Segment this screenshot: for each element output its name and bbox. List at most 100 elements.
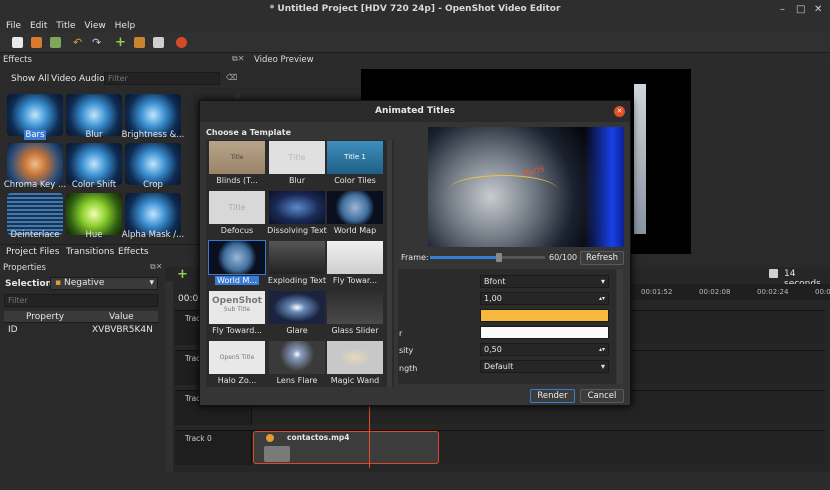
menu-title[interactable]: Title: [56, 19, 75, 33]
chevron-down-icon: ▾: [600, 362, 605, 371]
import-files-icon[interactable]: +: [115, 36, 126, 49]
properties-float-icon[interactable]: ⧉✕: [150, 262, 162, 272]
window-titlebar: * Untitled Project [HDV 720 24p] - OpenS…: [0, 0, 830, 19]
menu-edit[interactable]: Edit: [30, 19, 47, 33]
template-thumb-fly-towards[interactable]: [327, 241, 383, 274]
effects-filter-input[interactable]: [104, 72, 220, 85]
effect-label-deinterlace: Deinterlace: [10, 230, 60, 240]
template-thumb-blinds[interactable]: Title: [209, 141, 265, 174]
effect-thumb-hue[interactable]: [66, 193, 122, 235]
template-thumb-blur[interactable]: Title: [269, 141, 325, 174]
effect-label-alpha-mask: Alpha Mask /...: [121, 230, 185, 240]
template-thumb-glare[interactable]: [269, 291, 325, 324]
minimize-button[interactable]: –: [780, 0, 785, 19]
cancel-button[interactable]: Cancel: [580, 389, 624, 403]
prop-length-value: Default: [484, 362, 514, 371]
toolbar: ↶ ↷ +: [0, 33, 830, 53]
title-properties-list: Bfont ▾ 1,00 ▴▾ r sity 0,50 ▴▾ ngth Default…: [398, 269, 616, 384]
save-project-icon[interactable]: [50, 37, 61, 48]
selection-dropdown[interactable]: ▪ Negative ▾: [50, 277, 158, 290]
clip-name: contactos.mp4: [287, 433, 350, 442]
column-header-property[interactable]: Property: [26, 312, 64, 322]
effect-label-chroma-key: Chroma Key ...: [3, 180, 67, 190]
template-label-glass-slider: Glass Slider: [331, 326, 379, 335]
prop-length-dropdown[interactable]: Default ▾: [480, 360, 609, 373]
effect-thumb-color-shift[interactable]: [66, 143, 122, 185]
row-property: ID: [8, 325, 18, 335]
template-thumb-defocus[interactable]: Title: [209, 191, 265, 224]
chevron-down-icon: ▾: [600, 277, 605, 286]
template-thumb-dissolving-text[interactable]: [269, 191, 325, 224]
frame-value: 60/100: [549, 253, 578, 262]
timeline-clip[interactable]: contactos.mp4: [253, 431, 439, 464]
template-grid: Title Blinds (T... Title Blur Title 1 Co…: [206, 140, 394, 387]
table-row[interactable]: ID XVBVBR5K4N: [4, 324, 158, 336]
column-header-value[interactable]: Value: [109, 312, 134, 322]
effect-thumb-chroma-key[interactable]: [7, 143, 63, 185]
selection-label: Selection:: [5, 279, 56, 289]
spinner-arrows-icon: ▴▾: [598, 346, 605, 353]
template-thumb-halo-zoom[interactable]: OpenS Title: [209, 341, 265, 374]
clear-filter-icon[interactable]: ⌫: [226, 73, 237, 82]
template-label-fly-towards: Fly Towar...: [332, 276, 378, 285]
frame-slider-fill: [430, 256, 499, 259]
template-thumb-glass-slider[interactable]: [327, 291, 383, 324]
choose-profile-icon[interactable]: [134, 37, 145, 48]
menu-help[interactable]: Help: [115, 19, 136, 33]
tab-project-files[interactable]: Project Files: [6, 247, 59, 257]
clip-effect-icon[interactable]: [266, 434, 274, 442]
refresh-button[interactable]: Refresh: [580, 251, 624, 265]
template-thumb-world-map[interactable]: [327, 191, 383, 224]
dialog-titlebar: Animated Titles ✕: [200, 101, 630, 122]
properties-filter-input[interactable]: [4, 294, 158, 307]
effect-thumb-alpha-mask[interactable]: [125, 193, 181, 235]
render-button[interactable]: Render: [530, 389, 575, 403]
close-window-button[interactable]: ✕: [814, 0, 822, 19]
effect-thumb-crop[interactable]: [125, 143, 181, 185]
filter-show-all[interactable]: Show All: [11, 74, 49, 84]
template-scrollbar[interactable]: [387, 140, 392, 387]
new-project-icon[interactable]: [12, 37, 23, 48]
filter-video[interactable]: Video: [51, 74, 76, 84]
template-thumb-lens-flare[interactable]: [269, 341, 325, 374]
animated-titles-dialog: Animated Titles ✕ Choose a Template Titl…: [199, 100, 631, 406]
prop-opacity-spinner[interactable]: 0,50 ▴▾: [480, 343, 609, 356]
template-thumb-color-tiles[interactable]: Title 1: [327, 141, 383, 174]
timeline-time: 00:0: [178, 294, 199, 304]
filter-audio[interactable]: Audio: [79, 74, 105, 84]
maximize-button[interactable]: □: [796, 0, 805, 19]
timeline-scrollbar[interactable]: [165, 281, 173, 472]
add-track-icon[interactable]: +: [177, 267, 188, 282]
tab-transitions[interactable]: Transitions: [66, 247, 114, 257]
template-label-color-tiles: Color Tiles: [334, 176, 376, 185]
open-project-icon[interactable]: [31, 37, 42, 48]
properties-scrollbar[interactable]: [617, 269, 623, 384]
dialog-title: Animated Titles: [375, 106, 455, 116]
tab-effects[interactable]: Effects: [118, 247, 149, 257]
dialog-close-icon[interactable]: ✕: [614, 106, 625, 117]
prop-font-value: Bfont: [484, 277, 506, 286]
menu-view[interactable]: View: [84, 19, 105, 33]
panel-float-icon[interactable]: ⧉✕: [232, 54, 244, 64]
prop-label-length: ngth: [399, 364, 418, 373]
template-thumb-fly-toward-2[interactable]: OpenShot Sub Title: [209, 291, 265, 324]
prop-size-spinner[interactable]: 1,00 ▴▾: [480, 292, 609, 305]
prop-color-swatch-1[interactable]: [480, 309, 609, 322]
effect-thumb-deinterlace[interactable]: [7, 193, 63, 235]
prop-color-swatch-2[interactable]: [480, 326, 609, 339]
export-video-icon[interactable]: [176, 37, 187, 48]
undo-icon[interactable]: ↶: [73, 37, 84, 48]
prop-opacity-value: 0,50: [484, 345, 502, 354]
frame-slider-track[interactable]: [430, 253, 545, 262]
template-thumb-magic-wand[interactable]: [327, 341, 383, 374]
redo-icon[interactable]: ↷: [92, 37, 103, 48]
properties-panel: Selection: ▪ Negative ▾ Property Value I…: [0, 276, 162, 472]
fullscreen-icon[interactable]: [153, 37, 164, 48]
ruler-tick: 00:02:08: [699, 288, 731, 296]
frame-slider-handle[interactable]: [496, 253, 502, 262]
template-thumb-exploding-text[interactable]: [269, 241, 325, 274]
menu-file[interactable]: File: [6, 19, 21, 33]
prop-font-dropdown[interactable]: Bfont ▾: [480, 275, 609, 288]
template-thumb-world-map-2[interactable]: [208, 240, 266, 275]
properties-title: Properties: [3, 263, 46, 273]
